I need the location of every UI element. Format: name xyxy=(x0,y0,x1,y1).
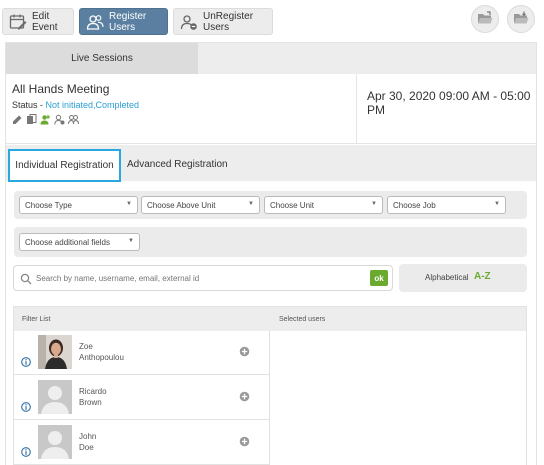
choose-additional-fields-select[interactable]: Choose additional fields ▼ xyxy=(19,233,140,251)
user-first-name: Ricardo xyxy=(79,387,107,396)
event-title: All Hands Meeting xyxy=(12,82,110,96)
search-box: ok xyxy=(13,265,393,291)
toolbar: Edit Event Register Users UnRegister Use… xyxy=(0,0,544,40)
download-folder-button[interactable] xyxy=(507,5,535,33)
session-tabs: Live Sessions xyxy=(6,43,536,74)
user-first-name: John xyxy=(79,432,97,441)
tab-live-sessions[interactable]: Live Sessions xyxy=(6,43,198,74)
add-icon[interactable] xyxy=(239,391,250,402)
avatar xyxy=(38,335,72,369)
event-summary: All Hands Meeting Status - Not initiated… xyxy=(6,74,536,144)
register-users-button[interactable]: Register Users xyxy=(79,8,168,35)
additional-filter-row: Choose additional fields ▼ xyxy=(14,227,527,257)
main-panel: Live Sessions All Hands Meeting Status -… xyxy=(5,42,537,465)
avatar-placeholder xyxy=(38,425,72,459)
choose-above-unit-value: Choose Above Unit xyxy=(147,200,216,210)
edit-event-button[interactable]: Edit Event xyxy=(2,8,74,35)
event-status: Status - Not initiated,Completed xyxy=(12,100,139,110)
lists-header: Filter List Selected users xyxy=(14,307,526,331)
user-last-name: Anthopoulou xyxy=(79,353,124,362)
sort-az-icon: A-Z xyxy=(474,271,491,282)
user-first-name: Zoe xyxy=(79,342,93,351)
filter-list-header: Filter List xyxy=(22,316,51,323)
folder-open-icon xyxy=(477,10,493,28)
search-icon xyxy=(20,273,32,285)
user-remove-icon xyxy=(180,13,198,31)
list-item[interactable]: John Doe xyxy=(14,421,269,465)
choose-above-unit-select[interactable]: Choose Above Unit ▼ xyxy=(141,196,260,214)
tab-individual-registration[interactable]: Individual Registration xyxy=(8,149,121,182)
choose-job-value: Choose Job xyxy=(393,200,436,210)
user-last-name: Doe xyxy=(79,443,94,452)
unregister-users-label: UnRegister Users xyxy=(203,10,254,33)
selected-users-header: Selected users xyxy=(279,316,326,323)
choose-job-select[interactable]: Choose Job ▼ xyxy=(387,196,506,214)
unregister-user-icon[interactable] xyxy=(54,114,65,125)
register-user-icon[interactable] xyxy=(40,114,51,125)
chevron-down-icon: ▼ xyxy=(494,201,500,207)
user-name: John Doe xyxy=(79,431,96,453)
chevron-down-icon: ▼ xyxy=(248,201,254,207)
chevron-down-icon: ▼ xyxy=(128,238,134,244)
folder-download-icon xyxy=(513,11,529,28)
list-item[interactable]: Zoe Anthopoulou xyxy=(14,331,269,375)
edit-icon[interactable] xyxy=(12,114,23,125)
register-users-label: Register Users xyxy=(109,10,147,33)
users-add-icon xyxy=(86,13,104,31)
calendar-edit-icon xyxy=(9,13,27,31)
chevron-down-icon: ▼ xyxy=(371,201,377,207)
choose-type-select[interactable]: Choose Type ▼ xyxy=(19,196,138,214)
choose-type-value: Choose Type xyxy=(25,200,72,210)
edit-event-label: Edit Event xyxy=(32,10,58,33)
sort-alphabetical-button[interactable]: Alphabetical A-Z xyxy=(399,264,527,292)
unregister-users-button[interactable]: UnRegister Users xyxy=(173,8,273,35)
info-icon[interactable] xyxy=(21,357,31,367)
info-icon[interactable] xyxy=(21,447,31,457)
sort-label: Alphabetical xyxy=(425,273,469,282)
user-name: Zoe Anthopoulou xyxy=(79,341,124,363)
event-action-icons xyxy=(12,114,79,125)
event-divider xyxy=(356,74,357,144)
chevron-down-icon: ▼ xyxy=(126,201,132,207)
duplicate-icon[interactable] xyxy=(26,114,37,125)
user-lists: Filter List Selected users Zoe Anthopoul… xyxy=(13,306,527,465)
info-icon[interactable] xyxy=(21,402,31,412)
search-input[interactable] xyxy=(36,270,356,286)
avatar-placeholder xyxy=(38,380,72,414)
status-label: Status - xyxy=(12,100,46,110)
filter-row: Choose Type ▼ Choose Above Unit ▼ Choose U… xyxy=(14,191,527,219)
choose-unit-value: Choose Unit xyxy=(270,200,315,210)
search-ok-button[interactable]: ok xyxy=(370,270,388,286)
user-name: Ricardo Brown xyxy=(79,386,107,408)
list-item[interactable]: Ricardo Brown xyxy=(14,376,269,420)
add-icon[interactable] xyxy=(239,346,250,357)
lists-divider xyxy=(269,331,270,465)
open-folder-button[interactable] xyxy=(471,5,499,33)
add-icon[interactable] xyxy=(239,436,250,447)
tab-advanced-registration[interactable]: Advanced Registration xyxy=(127,159,228,170)
choose-unit-select[interactable]: Choose Unit ▼ xyxy=(264,196,383,214)
group-icon[interactable] xyxy=(68,114,79,125)
event-date-range: Apr 30, 2020 09:00 AM - 05:00 PM xyxy=(367,89,531,117)
user-last-name: Brown xyxy=(79,398,102,407)
status-values: Not initiated,Completed xyxy=(45,100,140,110)
registration-tabs: Individual Registration Advanced Registr… xyxy=(6,145,536,182)
choose-additional-fields-value: Choose additional fields xyxy=(25,237,110,247)
